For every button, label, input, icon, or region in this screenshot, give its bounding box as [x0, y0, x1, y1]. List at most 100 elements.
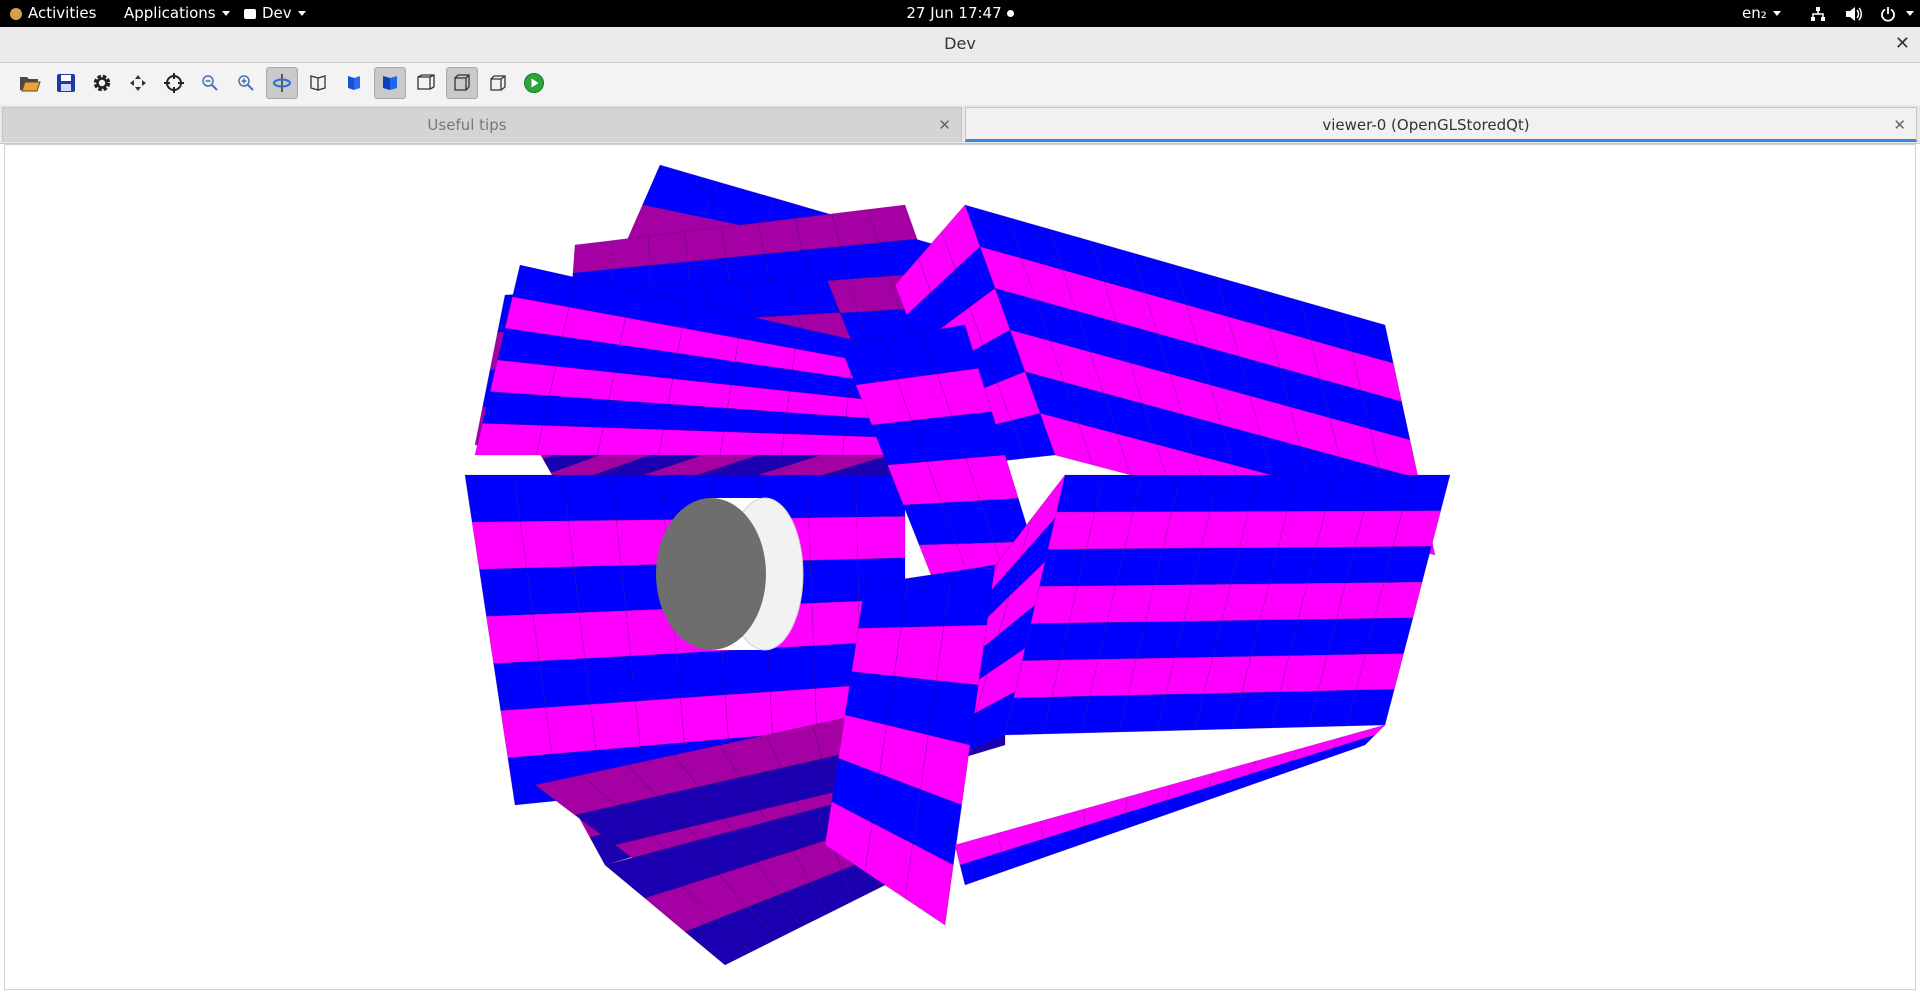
language-label: en₂ [1742, 4, 1767, 22]
outer-face-panel [562, 474, 617, 522]
run-button[interactable] [518, 67, 550, 99]
outer-face-panel [471, 521, 527, 570]
outer-face-panel [721, 647, 771, 696]
zoom-out-button[interactable] [194, 67, 226, 99]
outer-face-panel [545, 704, 597, 755]
window-title-bar: Dev ✕ [0, 27, 1920, 63]
run-icon [524, 73, 544, 93]
outer-face-panel [573, 565, 627, 613]
activities-label: Activities [28, 4, 97, 22]
outer-face-panel [724, 691, 773, 740]
status-menu[interactable] [1810, 0, 1915, 27]
tab-viewer-0[interactable]: viewer-0 (OpenGLStoredQt) ✕ [965, 107, 1917, 142]
hidden-line-icon [348, 76, 360, 90]
outer-face-panel [526, 566, 580, 615]
outer-face-panel [783, 412, 847, 437]
orthographic-icon [454, 74, 470, 91]
detector-scene[interactable] [5, 145, 1915, 989]
outer-shell-panel [684, 226, 727, 263]
opengl-viewer[interactable] [4, 144, 1916, 990]
app-menu-label: Dev [262, 4, 292, 22]
outer-shell-panel [647, 231, 689, 266]
tab-close-button[interactable]: ✕ [938, 108, 951, 142]
activities-button[interactable]: Activities [10, 0, 96, 27]
wireframe-icon [310, 75, 326, 91]
language-menu[interactable]: en₂ [1742, 0, 1781, 27]
outer-face-panel [676, 650, 726, 699]
middle-panel [851, 626, 902, 677]
applications-label: Applications [124, 4, 216, 22]
outer-face-panel [780, 433, 845, 456]
outer-face-panel [542, 395, 610, 428]
hidden-line-button[interactable] [338, 67, 370, 99]
outer-face-panel [535, 425, 604, 456]
outer-shell-panel [757, 217, 803, 255]
app-menu[interactable]: Dev [244, 0, 306, 27]
settings-button[interactable] [86, 67, 118, 99]
wireframe-button[interactable] [302, 67, 334, 99]
outer-face-panel [806, 474, 858, 519]
middle-panel [943, 564, 996, 627]
outer-face-panel [519, 520, 575, 569]
outer-face-panel [630, 653, 681, 702]
middle-panel [900, 571, 953, 628]
outer-shell-panel [572, 240, 613, 274]
pick-button[interactable] [158, 67, 190, 99]
clock[interactable]: 27 Jun 17:47 [906, 4, 1001, 22]
outer-face-panel [602, 399, 669, 430]
beam-cylinder-face [656, 498, 766, 650]
outer-shell-panel [610, 235, 650, 270]
window-close-button[interactable]: ✕ [1895, 27, 1910, 60]
middle-panel [935, 624, 988, 686]
outer-face-panel [808, 516, 859, 561]
notification-dot-icon [1006, 10, 1014, 17]
outer-face-panel [486, 614, 540, 664]
middle-panel [886, 675, 937, 736]
outer-face-panel [482, 391, 550, 426]
tab-label: Useful tips [427, 116, 507, 134]
pick-crosshair-icon [164, 73, 184, 93]
zoom-in-button[interactable] [230, 67, 262, 99]
outer-face-panel [590, 700, 641, 751]
outer-face-panel [507, 753, 559, 806]
tab-close-button[interactable]: ✕ [1893, 108, 1906, 142]
outer-face-panel [767, 645, 816, 693]
outer-face-panel [478, 567, 534, 617]
outer-face-panel [611, 474, 665, 521]
gear-icon [93, 74, 111, 92]
chevron-down-icon [297, 11, 306, 16]
perspective-button[interactable] [410, 67, 442, 99]
outer-face-panel [658, 429, 725, 456]
outer-face-panel [584, 655, 636, 705]
window-title: Dev [944, 34, 976, 53]
middle-panel [927, 680, 979, 746]
solid-surface-icon [383, 76, 397, 90]
gnome-foot-icon [10, 7, 22, 20]
outer-face-panel [579, 610, 632, 659]
move-icon [130, 75, 146, 91]
outer-face-panel [538, 658, 591, 708]
network-icon [1811, 6, 1825, 21]
open-button[interactable] [14, 67, 46, 99]
reset-view-icon [490, 75, 506, 91]
reset-view-button[interactable] [482, 67, 514, 99]
outer-face-panel [856, 516, 906, 560]
zoom-in-icon [238, 75, 254, 91]
tab-useful-tips[interactable]: Useful tips ✕ [2, 107, 962, 142]
outer-face-panel [810, 558, 859, 604]
outer-face-panel [513, 474, 569, 522]
zoom-out-icon [202, 75, 218, 91]
orthographic-button[interactable] [446, 67, 478, 99]
solid-surface-button[interactable] [374, 67, 406, 99]
rotate-button[interactable] [266, 67, 298, 99]
chevron-down-icon [1772, 11, 1781, 16]
outer-face-panel [464, 474, 521, 523]
outer-face-panel [597, 427, 664, 456]
save-button[interactable] [50, 67, 82, 99]
applications-menu[interactable]: Applications [124, 0, 230, 27]
system-top-bar: Activities Applications Dev 27 Jun 17:47… [0, 0, 1920, 27]
outer-face-panel [811, 600, 860, 647]
outer-face-panel [474, 422, 544, 456]
move-button[interactable] [122, 67, 154, 99]
outer-face-panel [723, 407, 788, 435]
